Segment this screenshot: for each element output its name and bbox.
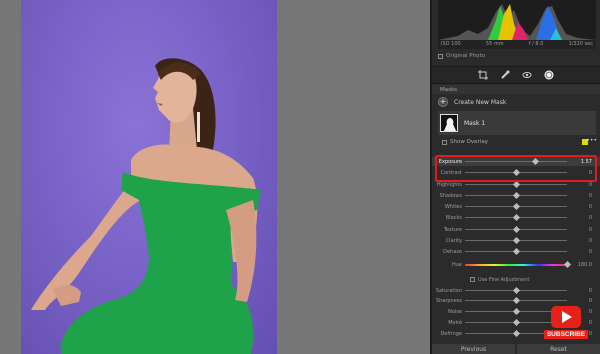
iso-value: ISO 100	[441, 41, 461, 47]
youtube-logo	[551, 306, 581, 328]
histogram-graph	[438, 4, 596, 40]
sharpness-slider-thumb[interactable]	[512, 296, 520, 305]
create-new-mask-button[interactable]: + Create New Mask	[438, 95, 596, 109]
dehaze-slider-thumb[interactable]	[512, 247, 520, 256]
blacks-label: Blacks	[445, 214, 462, 221]
blacks-slider-track[interactable]	[465, 213, 567, 222]
saturation-slider-row[interactable]: Saturation 0	[432, 286, 600, 295]
sharpness-value[interactable]: 0	[567, 298, 595, 304]
shadows-label: Shadows	[439, 192, 462, 199]
highlights-slider-track[interactable]	[465, 180, 567, 189]
hue-label: Hue	[451, 261, 462, 268]
hue-slider-row[interactable]: Hue 180.0	[432, 260, 600, 269]
saturation-slider-track[interactable]	[465, 286, 567, 295]
show-overlay-checkbox[interactable]	[442, 139, 447, 145]
defringe-label: Defringe	[440, 330, 462, 337]
previous-button[interactable]: Previous	[432, 344, 515, 354]
dehaze-slider-row[interactable]: Dehaze 0	[432, 247, 600, 256]
noise-slider-thumb[interactable]	[512, 307, 520, 316]
masks-section-header[interactable]: Masks	[432, 85, 600, 94]
blacks-slider-thumb[interactable]	[512, 213, 520, 222]
hue-value[interactable]: 180.0	[567, 262, 595, 268]
whites-label: Whites	[444, 203, 462, 210]
histogram-info: ISO 100 55 mm f / 8.0 1/320 sec	[438, 40, 596, 49]
portrait-photo[interactable]	[21, 0, 277, 354]
whites-slider-thumb[interactable]	[512, 202, 520, 211]
shadows-slider-row[interactable]: Shadows 0	[432, 191, 600, 200]
portrait-illustration	[31, 58, 262, 354]
dehaze-label: Dehaze	[443, 248, 462, 255]
blacks-value[interactable]: 0	[567, 215, 595, 221]
hue-slider-track[interactable]	[465, 260, 571, 268]
highlights-value[interactable]: 0	[567, 182, 595, 188]
shadows-slider-track[interactable]	[465, 191, 567, 200]
use-fine-adjustment-checkbox[interactable]	[470, 277, 475, 282]
photo-canvas[interactable]	[0, 0, 430, 354]
noise-label: Noise	[448, 308, 462, 315]
create-new-mask-label: Create New Mask	[454, 98, 507, 106]
clarity-slider-thumb[interactable]	[512, 236, 520, 245]
show-overlay-label: Show Overlay	[450, 139, 488, 145]
saturation-label: Saturation	[435, 287, 462, 294]
focal-length: 55 mm	[485, 41, 504, 47]
sharpness-label: Sharpness	[435, 297, 462, 304]
whites-slider-row[interactable]: Whites 0	[432, 202, 600, 211]
texture-value[interactable]: 0	[567, 227, 595, 233]
clarity-slider-track[interactable]	[465, 236, 567, 245]
more-options-icon[interactable]: •••	[586, 137, 597, 144]
shadows-slider-thumb[interactable]	[512, 191, 520, 200]
defringe-slider-thumb[interactable]	[512, 329, 520, 338]
clarity-label: Clarity	[445, 237, 462, 244]
tool-strip	[432, 66, 600, 84]
mask-icon[interactable]	[544, 70, 554, 80]
aperture: f / 8.0	[528, 41, 544, 47]
saturation-slider-thumb[interactable]	[512, 286, 520, 295]
use-fine-adjustment-row[interactable]: Use Fine Adjustment	[432, 275, 600, 284]
redeye-icon[interactable]	[522, 70, 532, 80]
histogram[interactable]	[438, 0, 596, 40]
sharpness-slider-track[interactable]	[465, 296, 567, 305]
dehaze-slider-track[interactable]	[465, 247, 567, 256]
highlights-slider-thumb[interactable]	[512, 180, 520, 189]
clarity-value[interactable]: 0	[567, 238, 595, 244]
whites-slider-track[interactable]	[465, 202, 567, 211]
use-fine-adjustment-label: Use Fine Adjustment	[478, 276, 530, 283]
subscribe-label: SUBSCRIBE	[544, 330, 588, 339]
moire-slider-thumb[interactable]	[512, 318, 520, 327]
exposure-highlight-annotation	[435, 155, 597, 182]
shadows-value[interactable]: 0	[567, 193, 595, 199]
plus-icon[interactable]: +	[438, 97, 448, 107]
texture-slider-track[interactable]	[465, 225, 567, 234]
mask-list-item[interactable]: Mask 1	[438, 111, 596, 135]
texture-slider-row[interactable]: Texture 0	[432, 225, 600, 234]
show-overlay-row[interactable]: Show Overlay •••	[432, 137, 600, 147]
clarity-slider-row[interactable]: Clarity 0	[432, 236, 600, 245]
shutter-speed: 1/320 sec	[568, 41, 593, 47]
crop-icon[interactable]	[478, 70, 488, 80]
original-photo-checkbox[interactable]	[438, 53, 443, 59]
dehaze-value[interactable]: 0	[567, 249, 595, 255]
blacks-slider-row[interactable]: Blacks 0	[432, 213, 600, 222]
original-photo-row[interactable]: Original Photo	[438, 51, 596, 61]
sharpness-slider-row[interactable]: Sharpness 0	[432, 296, 600, 305]
mask-thumbnail[interactable]	[440, 114, 458, 132]
heal-icon[interactable]	[500, 70, 510, 80]
texture-slider-thumb[interactable]	[512, 225, 520, 234]
mask-name: Mask 1	[464, 119, 486, 127]
subscribe-badge[interactable]: SUBSCRIBE	[544, 306, 588, 346]
lightroom-window: ISO 100 55 mm f / 8.0 1/320 sec Original…	[0, 0, 600, 354]
highlights-label: Highlights	[436, 181, 462, 188]
play-icon	[562, 311, 572, 323]
saturation-value[interactable]: 0	[567, 288, 595, 294]
original-photo-label: Original Photo	[446, 53, 485, 59]
whites-value[interactable]: 0	[567, 204, 595, 210]
moire-label: Moiré	[448, 319, 462, 326]
texture-label: Texture	[443, 226, 462, 233]
